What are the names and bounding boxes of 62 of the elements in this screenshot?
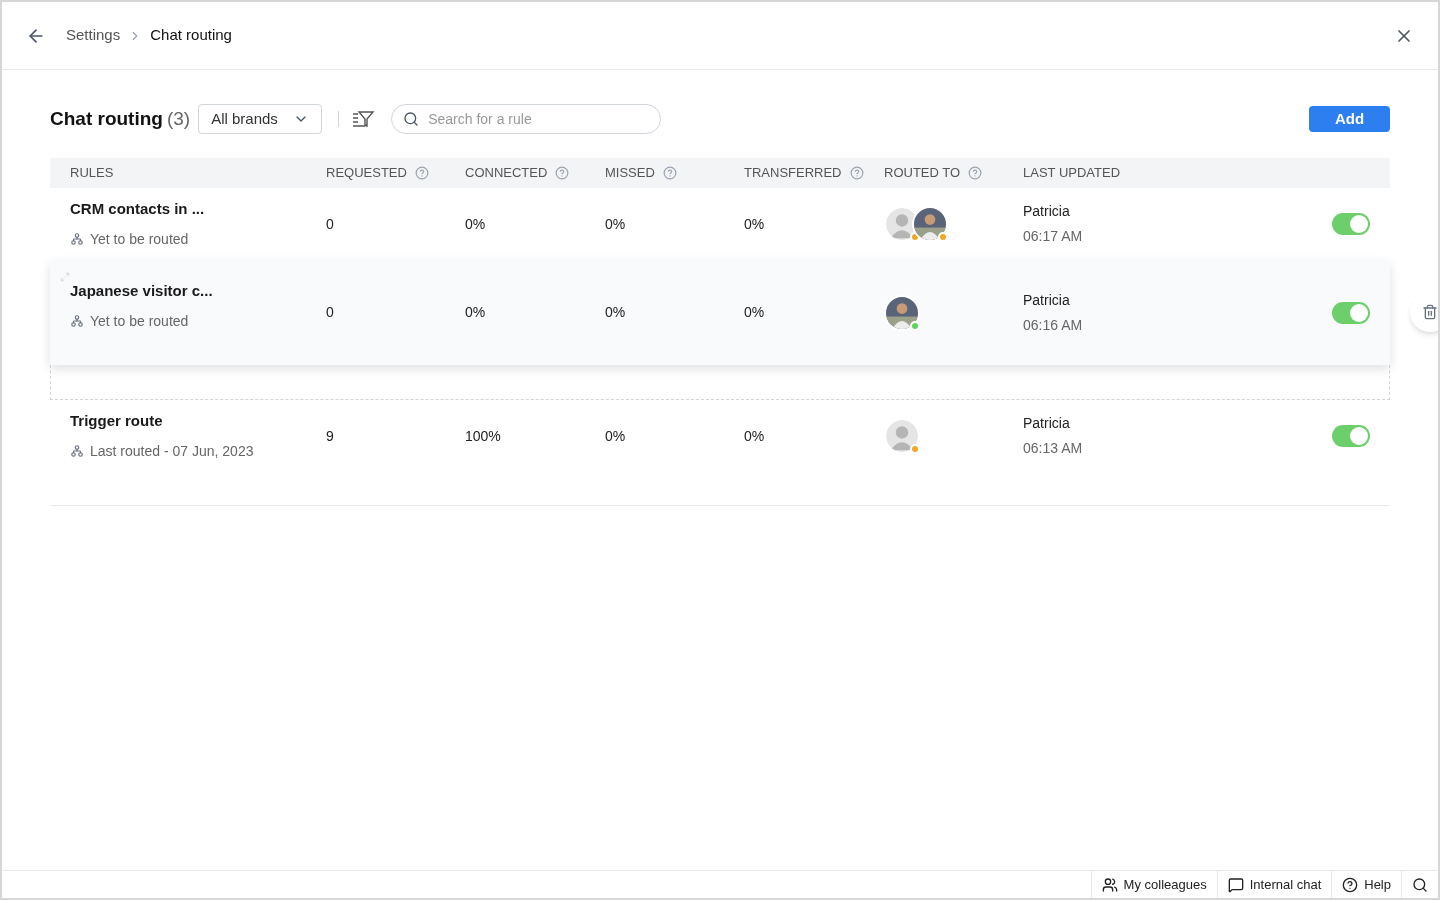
route-icon (70, 232, 84, 247)
updated-time: 06:17 AM (1023, 227, 1084, 246)
help-icon[interactable] (849, 166, 864, 180)
rule-name[interactable]: Trigger route (70, 410, 318, 433)
updated-by: Patricia (1023, 290, 1071, 310)
updated-by: Patricia (1023, 414, 1071, 433)
help-icon[interactable] (414, 166, 429, 180)
help-icon[interactable] (555, 166, 570, 180)
column-header: RULES (70, 164, 114, 183)
table-cell-text: 0 (325, 303, 335, 322)
page-title: Chat routing (50, 106, 163, 131)
table-cell-text: 100% (464, 426, 502, 446)
dragged-rule-row[interactable]: Japanese visitor c... Yet to be routed 0 0% 0% 0% Patricia 06:16 AM (50, 260, 1390, 365)
footer-link[interactable]: My colleagues (1090, 871, 1217, 898)
route-status: Yet to be routed (90, 311, 189, 331)
column-header: CONNECTED (465, 164, 548, 183)
toggle-switch[interactable] (1332, 213, 1370, 235)
table-cell-text: 0% (604, 426, 627, 446)
breadcrumb-item: Chat routing (150, 25, 232, 46)
toggle-switch[interactable] (1332, 301, 1370, 324)
table-cell-text: 0 (325, 214, 335, 234)
people-icon (1101, 876, 1118, 893)
breadcrumb-item[interactable]: Settings (66, 24, 121, 47)
search-icon (403, 111, 420, 127)
column-header: LAST UPDATED (1023, 164, 1121, 183)
footer-link[interactable]: Help (1331, 871, 1401, 898)
help-icon[interactable] (662, 166, 677, 180)
route-icon (70, 314, 84, 328)
column-header: TRANSFERRED (744, 164, 842, 183)
user-avatar (884, 418, 920, 454)
help-icon (1342, 876, 1359, 893)
table-cell-text: 0% (743, 426, 766, 446)
add-button[interactable]: Add (1309, 106, 1390, 132)
route-status: Yet to be routed (90, 229, 189, 249)
delete-button[interactable] (1410, 292, 1438, 332)
trash-icon (1422, 304, 1438, 320)
updated-time: 06:13 AM (1023, 439, 1084, 458)
brand-dropdown[interactable]: All brands (198, 104, 323, 134)
table-cell-text: 0% (604, 303, 627, 322)
table-cell-text: 0% (604, 214, 627, 234)
table-cell-text: 0% (464, 214, 487, 234)
rule-name[interactable]: Japanese visitor c... (70, 280, 318, 303)
toggle-switch[interactable] (1332, 425, 1370, 447)
search-icon (1412, 876, 1428, 893)
table-cell-text: 0% (743, 214, 766, 234)
updated-time: 06:16 AM (1023, 315, 1084, 335)
search-field[interactable]: Search for a rule (391, 104, 662, 134)
route-icon (70, 444, 84, 459)
column-header: MISSED (605, 164, 655, 183)
route-status: Last routed - 07 Jun, 2023 (90, 441, 254, 461)
table-cell-text: 9 (325, 426, 335, 446)
footer-link[interactable]: Internal chat (1216, 871, 1332, 898)
rule-name[interactable]: CRM contacts in ... (70, 198, 318, 221)
table-cell-text: 0% (743, 303, 766, 322)
help-icon[interactable] (968, 166, 983, 180)
column-header: REQUESTED (326, 164, 407, 183)
chat-icon (1227, 876, 1244, 893)
table-cell-text: 0% (464, 303, 487, 322)
drag-handle-icon[interactable] (60, 272, 70, 282)
updated-by: Patricia (1023, 202, 1071, 221)
rule-count: (3) (166, 106, 191, 131)
column-header: ROUTED TO (884, 164, 961, 183)
